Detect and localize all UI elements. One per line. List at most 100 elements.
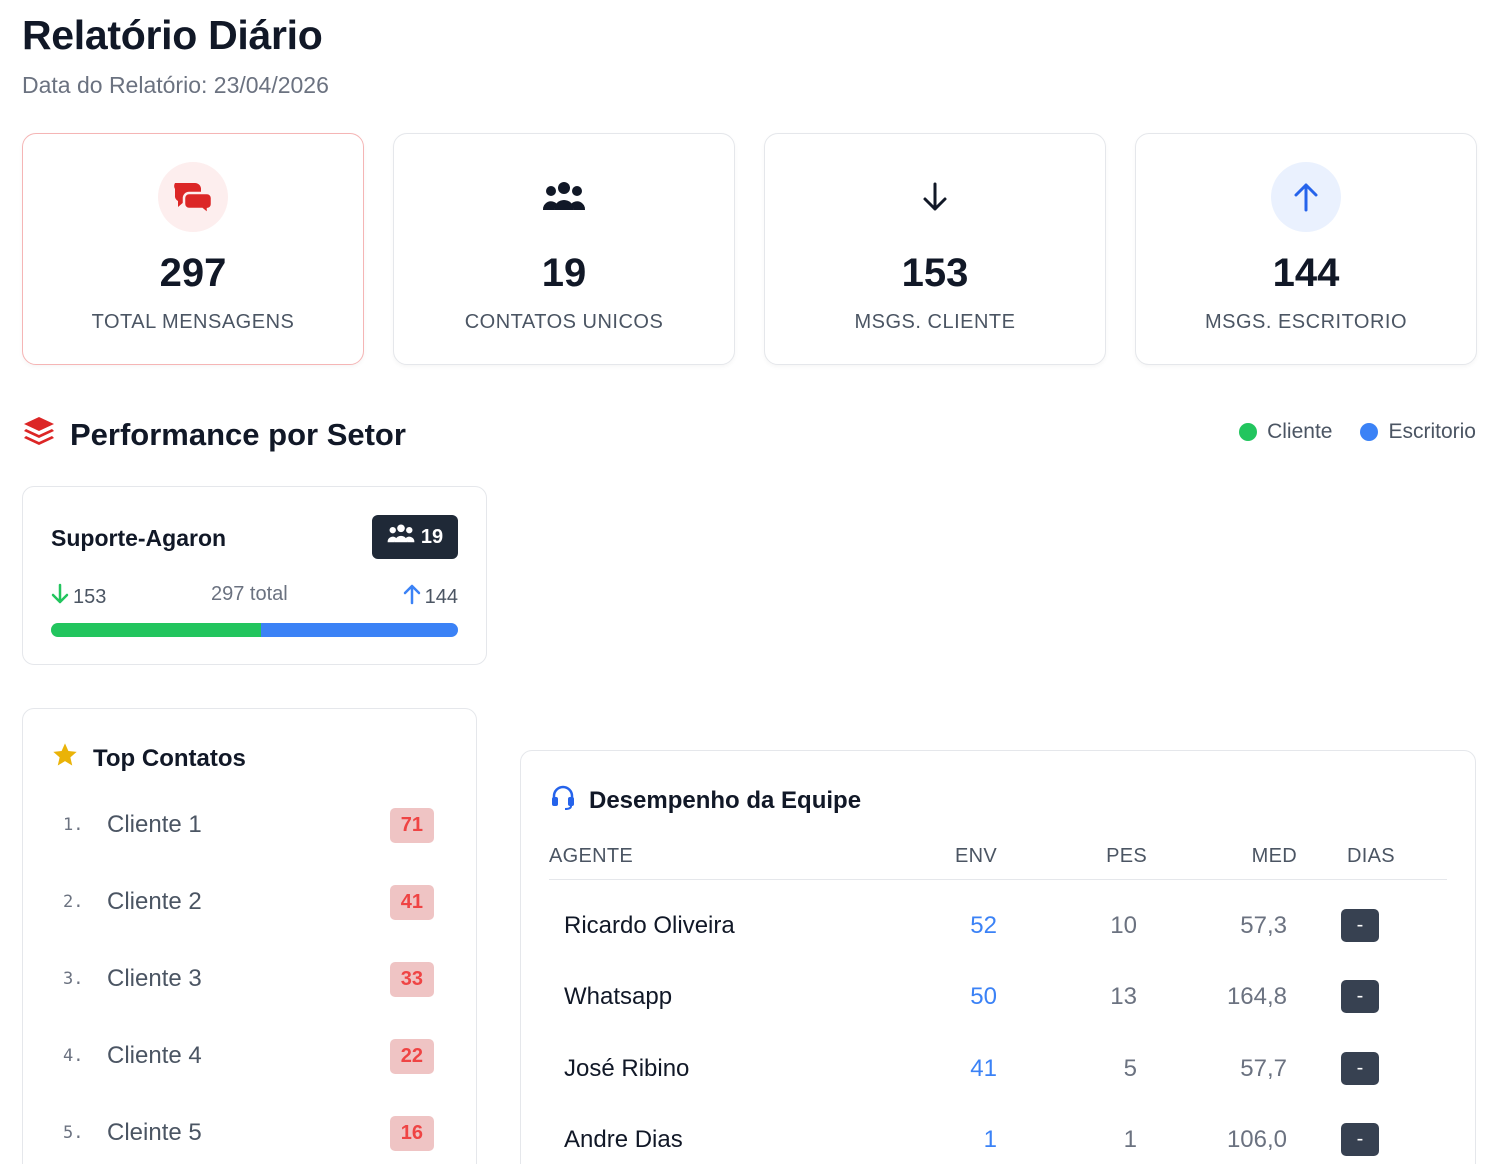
legend-label: Escritorio	[1388, 420, 1476, 443]
progress-bar	[51, 623, 458, 637]
dias-badge: -	[1341, 1123, 1379, 1156]
chat-bubbles-icon	[158, 162, 228, 232]
env-value: 50	[970, 983, 997, 1010]
rank: 5.	[63, 1123, 84, 1143]
legend-item-cliente: Cliente	[1239, 420, 1332, 444]
dias-badge: -	[1341, 1052, 1379, 1085]
med-value: 164,8	[1226, 983, 1287, 1010]
list-item[interactable]: 4. Cliente 4 22	[63, 1038, 434, 1074]
progress-bar-escritorio	[260, 623, 458, 637]
table-row[interactable]: Ricardo Oliveira 52 10 57,3 -	[549, 906, 1447, 946]
section-title-text: Performance por Setor	[70, 417, 406, 452]
column-header-agent: AGENTE	[549, 845, 634, 867]
legend-item-escritorio: Escritorio	[1360, 420, 1476, 444]
agent-name: Whatsapp	[564, 983, 673, 1010]
contact-name: Cliente 3	[107, 965, 202, 992]
top-contacts-title: Top Contatos	[93, 744, 246, 772]
team-performance-header: Desempenho da Equipe	[549, 783, 861, 818]
arrow-down-icon	[51, 583, 69, 611]
agent-name: Andre Dias	[564, 1126, 683, 1153]
kpi-value: 153	[901, 251, 969, 295]
column-header-med: MED	[1251, 845, 1297, 867]
table-header: AGENTE ENV PES MED DIAS	[549, 843, 1447, 880]
performance-section-title: Performance por Setor	[22, 414, 406, 456]
kpi-label: TOTAL MENSAGENS	[91, 311, 295, 333]
top-contacts-header: Top Contatos	[51, 741, 246, 776]
table-row[interactable]: Whatsapp 50 13 164,8 -	[549, 977, 1447, 1017]
chart-legend: Cliente Escritorio	[1239, 420, 1476, 444]
star-icon	[51, 741, 79, 776]
legend-dot-icon	[1239, 423, 1258, 441]
kpi-card-unique-contacts[interactable]: 19 CONTATOS UNICOS	[393, 133, 735, 365]
env-value: 41	[970, 1055, 997, 1082]
team-performance-title: Desempenho da Equipe	[589, 786, 862, 814]
team-performance-card: Desempenho da Equipe AGENTE ENV PES MED …	[520, 750, 1476, 1164]
sector-card[interactable]: Suporte-Agaron 19 153 297 total 144	[22, 486, 487, 665]
sector-name: Suporte-Agaron	[51, 525, 227, 551]
kpi-value: 19	[541, 251, 587, 295]
incoming-value: 153	[73, 585, 107, 608]
progress-bar-cliente	[51, 623, 261, 637]
count-badge: 33	[389, 961, 434, 997]
contact-name: Cliente 1	[107, 811, 202, 838]
env-value: 52	[970, 912, 997, 939]
page-title: Relatório Diário	[22, 12, 323, 58]
kpi-label: MSGS. CLIENTE	[854, 311, 1016, 333]
top-contacts-card: Top Contatos 1. Cliente 1 71 2. Cliente …	[22, 708, 477, 1164]
arrow-down-icon	[900, 162, 970, 232]
column-header-env: ENV	[954, 845, 997, 867]
env-value: 1	[983, 1126, 997, 1153]
legend-dot-icon	[1360, 423, 1379, 441]
users-icon	[387, 523, 415, 551]
contacts-count: 19	[420, 525, 444, 548]
count-badge: 22	[389, 1038, 434, 1074]
med-value: 57,7	[1240, 1055, 1287, 1082]
dias-badge: -	[1341, 909, 1379, 942]
kpi-value: 297	[159, 251, 227, 295]
list-item[interactable]: 5. Cleinte 5 16	[63, 1115, 434, 1151]
report-date: Data do Relatório: 23/04/2026	[22, 72, 329, 98]
column-header-pes: PES	[1106, 845, 1147, 867]
arrow-up-icon	[1271, 162, 1341, 232]
kpi-card-office-messages[interactable]: 144 MSGS. ESCRITORIO	[1135, 133, 1477, 365]
pes-value: 1	[1123, 1126, 1137, 1153]
rank: 4.	[63, 1046, 84, 1066]
outgoing-value: 144	[424, 585, 458, 608]
list-item[interactable]: 1. Cliente 1 71	[63, 807, 434, 843]
kpi-label: MSGS. ESCRITORIO	[1204, 311, 1408, 333]
legend-label: Cliente	[1267, 420, 1333, 443]
pes-value: 5	[1123, 1055, 1137, 1082]
users-icon	[529, 162, 599, 232]
table-row[interactable]: Andre Dias 1 1 106,0 -	[549, 1120, 1447, 1160]
contact-name: Cliente 4	[107, 1042, 202, 1069]
kpi-label: CONTATOS UNICOS	[464, 311, 664, 333]
list-item[interactable]: 2. Cliente 2 41	[63, 884, 434, 920]
agent-name: Ricardo Oliveira	[564, 912, 735, 939]
list-item[interactable]: 3. Cliente 3 33	[63, 961, 434, 997]
rank: 1.	[63, 815, 84, 835]
contact-name: Cleinte 5	[107, 1119, 202, 1146]
headset-icon	[549, 783, 577, 818]
dias-badge: -	[1341, 980, 1379, 1013]
pes-value: 10	[1110, 912, 1137, 939]
rank: 2.	[63, 892, 84, 912]
column-header-dias: DIAS	[1347, 845, 1395, 867]
contact-name: Cliente 2	[107, 888, 202, 915]
contacts-badge: 19	[372, 515, 458, 559]
pes-value: 13	[1110, 983, 1137, 1010]
table-row[interactable]: José Ribino 41 5 57,7 -	[549, 1049, 1447, 1089]
arrow-up-icon	[403, 583, 421, 611]
kpi-value: 144	[1272, 251, 1340, 295]
count-badge: 41	[389, 884, 434, 920]
outgoing-stat: 144	[403, 583, 458, 611]
agent-name: José Ribino	[564, 1055, 690, 1082]
kpi-card-total-messages[interactable]: 297 TOTAL MENSAGENS	[22, 133, 364, 365]
count-badge: 71	[389, 807, 434, 843]
layers-icon	[22, 414, 56, 456]
incoming-stat: 153	[51, 583, 106, 611]
rank: 3.	[63, 969, 84, 989]
med-value: 57,3	[1240, 912, 1287, 939]
kpi-card-client-messages[interactable]: 153 MSGS. CLIENTE	[764, 133, 1106, 365]
total-stat: 297 total	[211, 583, 288, 605]
med-value: 106,0	[1226, 1126, 1287, 1153]
